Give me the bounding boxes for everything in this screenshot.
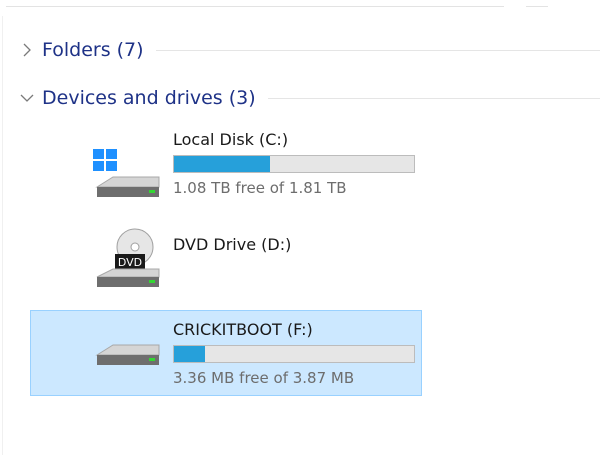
drive-name: Local Disk (C:) [173,130,289,149]
group-title-folders: Folders [42,39,111,61]
group-divider [155,49,600,51]
chevron-right-icon[interactable] [18,41,36,59]
group-count-devices: (3) [228,87,256,109]
group-divider [267,97,600,99]
drive-capacity-bar [173,345,415,363]
top-divider [6,6,504,7]
dvd-drive-icon: DVD [93,227,163,287]
pane-left-edge [2,16,3,455]
drive-name: DVD Drive (D:) [173,235,292,254]
windows-hard-drive-icon [93,143,163,203]
top-divider-right [526,6,548,7]
group-header-folders[interactable]: Folders (7) [18,36,604,64]
removable-drive-icon [93,341,163,401]
drive-item-local-disk-c[interactable]: Local Disk (C:) 1.08 TB free of 1.81 TB [30,120,422,206]
drive-capacity-fill [174,156,270,172]
drive-capacity-bar [173,155,415,173]
svg-text:DVD: DVD [118,256,142,269]
group-title-devices: Devices and drives [42,87,223,109]
drive-item-dvd-drive-d[interactable]: DVD DVD Drive (D:) [30,220,422,306]
group-header-devices[interactable]: Devices and drives (3) [18,84,604,112]
drive-free-space: 3.36 MB free of 3.87 MB [173,369,355,387]
group-count-folders: (7) [116,39,144,61]
drive-free-space: 1.08 TB free of 1.81 TB [173,179,347,197]
drive-item-crickitboot-f[interactable]: CRICKITBOOT (F:) 3.36 MB free of 3.87 MB [30,310,422,396]
drive-name: CRICKITBOOT (F:) [173,320,313,339]
drive-capacity-fill [174,346,206,362]
chevron-down-icon[interactable] [18,89,36,107]
